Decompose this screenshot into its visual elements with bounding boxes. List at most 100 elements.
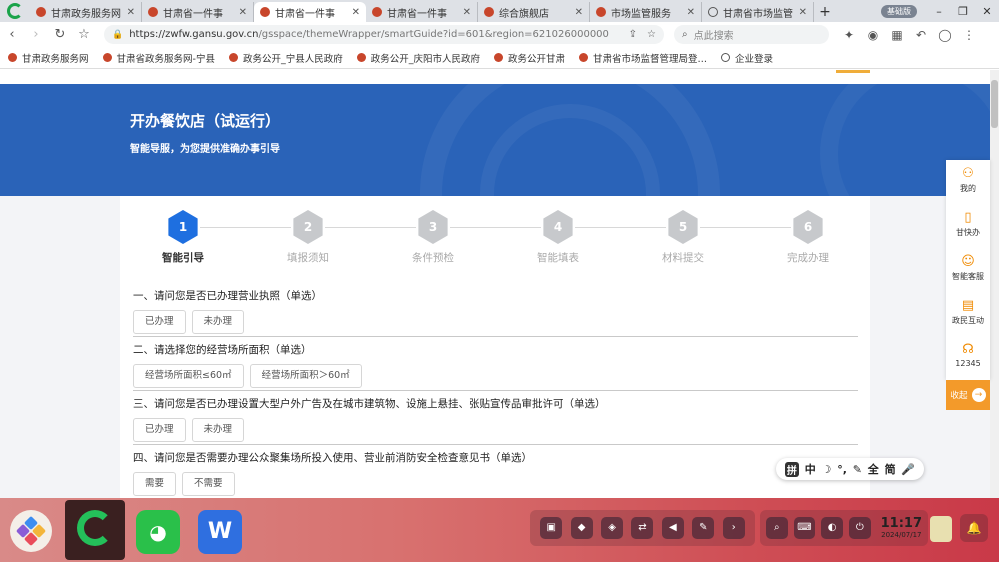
tray-app-icon[interactable]: ▣ <box>540 517 563 539</box>
share-icon[interactable]: ⇪ <box>629 29 637 40</box>
float-menu-item[interactable]: ▯ 甘快办 <box>946 204 990 248</box>
bookmark-item[interactable]: 政务公开_宁县人民政府 <box>228 51 343 65</box>
tab-title: 甘肃省一件事 <box>163 8 223 20</box>
tab-close-icon[interactable]: ✕ <box>575 7 583 18</box>
profile-icon[interactable]: ◯ <box>933 28 957 42</box>
forward-icon[interactable]: › <box>24 27 48 42</box>
bookmark-item[interactable]: 甘肃省市场监督管理局登… <box>579 51 707 65</box>
pen-icon[interactable]: ✎ <box>692 517 715 539</box>
new-tab-button[interactable]: + <box>814 2 836 22</box>
assistant-icon[interactable]: ◉ <box>861 28 885 42</box>
bookmark-item[interactable]: 政务公开_庆阳市人民政府 <box>356 51 480 65</box>
browser-tab[interactable]: 甘肃省一件事 ✕ <box>366 2 478 22</box>
tab-title: 综合旗舰店 <box>499 8 549 20</box>
wechat-app-icon[interactable]: ◕ <box>128 500 188 560</box>
answer-option[interactable]: 不需要 <box>182 472 235 496</box>
tab-close-icon[interactable]: ✕ <box>687 7 695 18</box>
moon-icon[interactable]: ☽ <box>822 463 832 476</box>
question-text: 一、请问您是否已办理营业执照（单选） <box>133 290 322 302</box>
step-number: 1 <box>168 210 198 244</box>
launcher-icon[interactable] <box>10 510 52 552</box>
tab-close-icon[interactable]: ✕ <box>463 7 471 18</box>
answer-option[interactable]: 未办理 <box>191 418 245 442</box>
page-scrollbar[interactable] <box>990 70 999 498</box>
browser-tab[interactable]: 甘肃省市场监管 ✕ <box>702 2 814 22</box>
tab-favicon-icon <box>36 7 46 17</box>
float-menu-item[interactable]: ☺ 智能客服 <box>946 248 990 292</box>
url-input[interactable]: 🔒 https://zwfw.gansu.gov.cn/gsspace/them… <box>104 25 664 44</box>
search-input[interactable]: ⌕ 点此搜索 <box>674 25 829 44</box>
float-menu-label: 甘快办 <box>956 228 980 237</box>
browser-tab[interactable]: 甘肃政务服务网 ✕ <box>30 2 142 22</box>
handwrite-icon[interactable]: ✎ <box>853 463 862 476</box>
float-menu-item[interactable]: ▤ 政民互动 <box>946 292 990 336</box>
minimize-icon[interactable]: – <box>927 5 951 18</box>
wps-app-icon[interactable]: W <box>190 500 250 560</box>
tab-close-icon[interactable]: ✕ <box>239 7 247 18</box>
browser-app-icon[interactable] <box>65 500 125 560</box>
power-icon[interactable]: ⏻ <box>848 517 871 539</box>
answer-option[interactable]: 需要 <box>133 472 177 496</box>
bookmark-favicon-icon <box>721 53 731 62</box>
chinese-mode-icon[interactable]: 中 <box>805 461 816 477</box>
keyboard-icon[interactable]: ⌨ <box>793 517 816 539</box>
back-icon[interactable]: ‹ <box>0 27 24 42</box>
float-menu-item[interactable]: ⚇ 我的 <box>946 160 990 204</box>
clock[interactable]: 11:17 2024/07/17 <box>881 517 922 540</box>
bookmark-item[interactable]: 企业登录 <box>721 51 773 65</box>
avatar-icon: ☺ <box>961 254 975 269</box>
tab-close-icon[interactable]: ✕ <box>352 7 360 18</box>
answer-option[interactable]: 经营场所面积＞60㎡ <box>249 364 362 388</box>
answer-option[interactable]: 已办理 <box>133 310 186 334</box>
pinyin-icon[interactable]: 拼 <box>784 461 799 477</box>
answer-option[interactable]: 未办理 <box>191 310 245 334</box>
answer-option[interactable]: 经营场所面积≤60㎡ <box>133 364 244 388</box>
step-number: 4 <box>543 210 573 244</box>
bookmark-item[interactable]: 甘肃政务服务网 <box>8 51 89 65</box>
hero-banner: 开办餐饮店（试运行） 智能导服，为您提供准确办事引导 <box>0 84 990 196</box>
bookmark-favicon-icon <box>8 53 17 62</box>
browser-tab[interactable]: 甘肃省一件事 ✕ <box>254 2 366 22</box>
notification-icon[interactable]: 🔔 <box>960 514 988 542</box>
tab-close-icon[interactable]: ✕ <box>799 7 807 18</box>
float-menu-item[interactable]: ☊ 12345 <box>946 336 990 380</box>
menu-icon[interactable]: ⋮ <box>957 28 981 42</box>
tray-switch-icon[interactable]: ⇄ <box>631 517 654 539</box>
bookmark-item[interactable]: 甘肃省政务服务网-宁县 <box>102 51 215 65</box>
bookmark-item[interactable]: 政务公开甘肃 <box>493 51 565 65</box>
browser-tab[interactable]: 综合旗舰店 ✕ <box>478 2 590 22</box>
search-icon: ⌕ <box>682 29 688 40</box>
answer-option[interactable]: 已办理 <box>133 418 186 442</box>
phone-icon: ▯ <box>964 210 972 225</box>
punctuation-icon[interactable]: °, <box>837 463 847 476</box>
tray-shield-icon[interactable]: ◈ <box>601 517 624 539</box>
question-text: 三、请问您是否已办理设置大型户外广告及在城市建筑物、设施上悬挂、张贴宣传品审批许… <box>133 398 606 410</box>
question-divider <box>133 336 858 337</box>
restore-icon[interactable]: ❐ <box>951 5 975 18</box>
simplified-icon[interactable]: 简 <box>885 461 896 477</box>
volume-icon[interactable]: ◀ <box>661 517 684 539</box>
favorite-icon[interactable]: ☆ <box>647 29 656 40</box>
trash-icon[interactable] <box>930 516 952 542</box>
search-taskbar-icon[interactable]: ⌕ <box>766 517 788 539</box>
reload-icon[interactable]: ↻ <box>48 27 72 42</box>
bookmark-label: 政务公开_宁县人民政府 <box>242 53 343 65</box>
tray-network-icon[interactable]: ◆ <box>570 517 593 539</box>
float-menu: ⚇ 我的 ▯ 甘快办 ☺ 智能客服 ▤ 政民互动 ☊ 12345 <box>946 160 990 380</box>
extensions-icon[interactable]: ✦ <box>837 28 861 42</box>
collapse-button[interactable]: 收起 → <box>946 380 990 410</box>
tab-favicon-icon <box>260 7 270 17</box>
browser-tab[interactable]: 市场监管服务 ✕ <box>590 2 702 22</box>
expand-tray-icon[interactable]: › <box>722 517 745 539</box>
bookmark-star-icon[interactable]: ☆ <box>72 27 96 42</box>
history-icon[interactable]: ↶ <box>909 28 933 42</box>
browser-tray-icon[interactable]: ◐ <box>821 517 843 539</box>
tab-close-icon[interactable]: ✕ <box>127 7 135 18</box>
close-window-icon[interactable]: ✕ <box>975 5 999 18</box>
fullwidth-icon[interactable]: 全 <box>868 461 879 477</box>
bookmark-label: 甘肃政务服务网 <box>22 53 89 65</box>
tab-title: 甘肃省市场监管 <box>723 8 793 20</box>
sidebar-icon[interactable]: ▦ <box>885 28 909 42</box>
browser-tab[interactable]: 甘肃省一件事 ✕ <box>142 2 254 22</box>
microphone-icon[interactable]: 🎤 <box>901 463 915 476</box>
